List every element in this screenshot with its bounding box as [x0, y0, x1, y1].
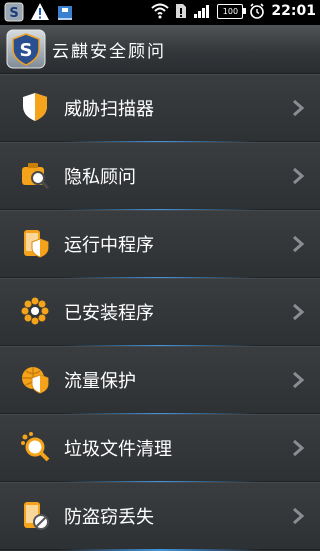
menu-item-label: 运行中程序: [64, 235, 154, 256]
battery-level-text: 100: [222, 6, 239, 16]
sim-alert-icon: [176, 4, 187, 18]
globe-shield-icon: [22, 367, 49, 394]
download-notification-icon: [58, 6, 72, 20]
status-bar: S 100 22:01: [0, 0, 320, 25]
chevron-right-icon: [293, 99, 304, 117]
menu-item-threat-scanner[interactable]: 威胁扫描器: [0, 74, 320, 143]
menu-item-junk-cleanup[interactable]: 垃圾文件清理: [0, 414, 320, 483]
alarm-icon: [250, 3, 265, 19]
main-menu: 威胁扫描器 隐私顾问 运行中程序 已安装程序 流量保护 垃圾文件清理 防盗窃丢失: [0, 74, 320, 551]
app-title-bar: S 云麒安全顾问: [0, 25, 320, 74]
menu-item-anti-theft[interactable]: 防盗窃丢失: [0, 482, 320, 551]
status-time: 22:01: [271, 3, 316, 19]
menu-item-label: 已安装程序: [64, 303, 154, 324]
chevron-right-icon: [293, 439, 304, 457]
anti-theft-phone-icon: [24, 502, 49, 530]
installed-apps-icon: [21, 297, 49, 325]
privacy-magnifier-icon: [22, 163, 50, 190]
menu-item-running-apps[interactable]: 运行中程序: [0, 210, 320, 279]
menu-item-label: 威胁扫描器: [64, 99, 154, 120]
chevron-right-icon: [293, 167, 304, 185]
menu-item-label: 垃圾文件清理: [64, 439, 172, 460]
app-logo-icon: S: [6, 29, 46, 69]
chevron-right-icon: [293, 303, 304, 321]
battery-icon: 100: [217, 3, 247, 19]
wifi-icon: [151, 3, 170, 19]
warning-icon: [31, 3, 49, 20]
svg-text:S: S: [9, 6, 18, 21]
cleanup-magnifier-icon: [21, 432, 50, 462]
svg-text:S: S: [20, 40, 33, 61]
menu-item-label: 防盗窃丢失: [64, 507, 154, 528]
menu-item-privacy-advisor[interactable]: 隐私顾问: [0, 142, 320, 211]
shield-icon: [23, 93, 47, 121]
chevron-right-icon: [293, 507, 304, 525]
chevron-right-icon: [293, 235, 304, 253]
menu-item-label: 隐私顾问: [64, 167, 136, 188]
app-notification-icon: S: [4, 2, 24, 22]
app-title: 云麒安全顾问: [52, 42, 166, 62]
phone-shield-icon: [24, 230, 49, 258]
chevron-right-icon: [293, 371, 304, 389]
menu-item-traffic-protection[interactable]: 流量保护: [0, 346, 320, 415]
menu-item-installed-apps[interactable]: 已安装程序: [0, 278, 320, 347]
signal-icon: [194, 5, 210, 18]
menu-item-label: 流量保护: [64, 371, 136, 392]
